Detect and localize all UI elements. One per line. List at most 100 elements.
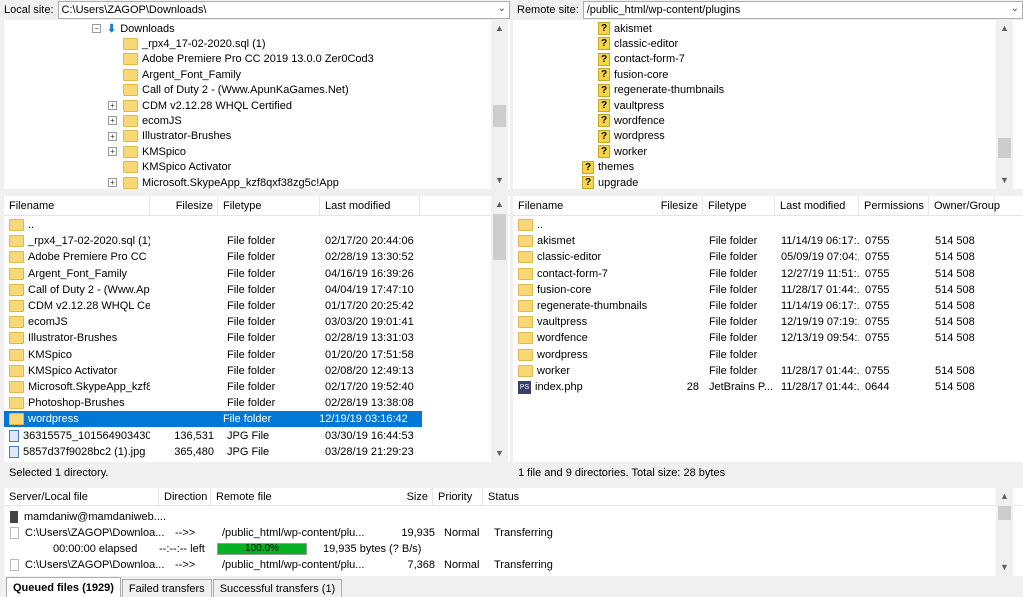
remote-file-list[interactable]: Filename Filesize Filetype Last modified Per…: [513, 196, 1023, 462]
table-row[interactable]: Illustrator-Brushes File folder 02/28/19 1…: [4, 330, 491, 346]
table-row[interactable]: regenerate-thumbnails File folder 11/14/19…: [513, 298, 1023, 314]
remote-site-path-input[interactable]: /public_html/wp-content/plugins ⌄: [582, 1, 1023, 19]
column-remote-file[interactable]: Remote file: [216, 491, 272, 503]
tree-item[interactable]: − ⬇ Downloads: [92, 21, 175, 36]
column-filetype[interactable]: Filetype: [218, 196, 320, 215]
scroll-thumb[interactable]: [493, 214, 506, 260]
tree-item[interactable]: ? regenerate-thumbnails: [598, 83, 724, 98]
tree-item[interactable]: ? upgrade: [582, 175, 638, 189]
local-directory-tree[interactable]: − ⬇ Downloads _rpx4_17-02-2020.sql (1) Adobe…: [4, 20, 510, 189]
table-row[interactable]: 36315575_10156490343052... 136,531 JPG Fil…: [4, 428, 491, 444]
column-owner-group[interactable]: Owner/Group: [929, 196, 1000, 215]
column-filetype[interactable]: Filetype: [703, 196, 775, 215]
tree-item[interactable]: ? wordfence: [598, 113, 665, 128]
tree-item[interactable]: + ecomJS: [106, 113, 182, 128]
tree-item[interactable]: ? vaultpress: [598, 98, 664, 113]
table-row[interactable]: classic-editor File folder 05/09/19 07:04:…: [513, 249, 1023, 265]
column-server-local-file[interactable]: Server/Local file: [4, 488, 159, 505]
column-filesize[interactable]: Filesize: [150, 196, 218, 215]
expand-icon[interactable]: +: [108, 147, 117, 157]
tab-queued-files[interactable]: Queued files (1929): [6, 577, 121, 597]
chevron-down-icon[interactable]: ⌄: [498, 3, 506, 14]
tab-successful-transfers[interactable]: Successful transfers (1): [212, 579, 343, 597]
table-row[interactable]: wordpress File folder 12/19/19 03:16:42: [4, 411, 422, 428]
queue-server-row[interactable]: mamdaniw@mamdaniweb....: [4, 509, 1004, 525]
table-row[interactable]: 5857d37f9028bc2 (1).jpg 365,480 JPG File 03…: [4, 444, 491, 460]
table-row[interactable]: Adobe Premiere Pro CC 2... File folder 02/…: [4, 249, 491, 265]
tree-item[interactable]: ? themes: [582, 160, 634, 175]
column-filesize[interactable]: Filesize: [661, 196, 703, 215]
tree-item[interactable]: + CDM v2.12.28 WHQL Certified: [106, 98, 292, 113]
table-row[interactable]: worker File folder 11/28/17 01:44:... 0755 5…: [513, 363, 1023, 379]
expand-icon[interactable]: +: [108, 116, 117, 126]
tree-item[interactable]: ? contact-form-7: [598, 52, 685, 67]
tree-item[interactable]: ? classic-editor: [598, 36, 678, 51]
tree-item[interactable]: ? akismet: [598, 21, 652, 36]
tree-item[interactable]: + Illustrator-Brushes: [106, 129, 231, 144]
tree-item[interactable]: + KMSpico: [106, 144, 186, 159]
column-status[interactable]: Status: [483, 488, 603, 505]
table-row[interactable]: wordfence File folder 12/13/19 09:54:... 07…: [513, 330, 1023, 346]
column-filename[interactable]: Filename: [4, 196, 150, 215]
tree-item[interactable]: ? worker: [598, 144, 647, 159]
table-row[interactable]: KMSpico File folder 01/20/20 17:51:58: [4, 347, 491, 363]
expand-icon[interactable]: +: [108, 101, 117, 110]
expand-icon[interactable]: +: [108, 178, 117, 187]
table-row[interactable]: Photoshop-Brushes File folder 02/28/19 13:…: [4, 395, 491, 411]
scroll-up-icon[interactable]: ▲: [996, 20, 1013, 37]
table-row[interactable]: ..: [4, 217, 491, 233]
tab-failed-transfers[interactable]: Failed transfers: [121, 579, 212, 597]
table-row[interactable]: ecomJS File folder 03/03/20 19:01:41: [4, 314, 491, 330]
table-row[interactable]: fusion-core File folder 11/28/17 01:44:...…: [513, 282, 1023, 298]
tree-item[interactable]: Adobe Premiere Pro CC 2019 13.0.0 Zer0Co…: [106, 52, 374, 67]
local-list-scrollbar[interactable]: ▲ ▼: [491, 196, 508, 462]
table-row[interactable]: PS index.php 28 JetBrains P... 11/28/17 01:4…: [513, 379, 1023, 395]
tree-item[interactable]: Call of Duty 2 - (Www.ApunKaGames.Net): [106, 83, 349, 98]
table-row[interactable]: KMSpico Activator File folder 02/08/20 12:…: [4, 363, 491, 379]
table-row[interactable]: Argent_Font_Family File folder 04/16/19 16…: [4, 266, 491, 282]
table-row[interactable]: wordpress File folder: [513, 347, 1023, 363]
column-priority[interactable]: Priority: [433, 488, 483, 505]
table-row[interactable]: CDM v2.12.28 WHQL Cert... File folder 01/1…: [4, 298, 491, 314]
tree-item[interactable]: KMSpico Activator: [106, 160, 231, 175]
scroll-down-icon[interactable]: ▼: [491, 445, 508, 462]
queue-row[interactable]: C:\Users\ZAGOP\Downloa... -->> /public_h…: [4, 557, 1004, 573]
local-site-path-input[interactable]: C:\Users\ZAGOP\Downloads\ ⌄: [57, 1, 510, 19]
column-size[interactable]: Size: [407, 491, 428, 503]
remote-tree-scrollbar[interactable]: ▲ ▼: [996, 20, 1013, 189]
table-row[interactable]: Call of Duty 2 - (Www.Ap... File folder 04…: [4, 282, 491, 298]
column-last-modified[interactable]: Last modified: [320, 196, 420, 215]
table-row[interactable]: vaultpress File folder 12/19/19 07:19:... 0…: [513, 314, 1023, 330]
table-row[interactable]: contact-form-7 File folder 12/27/19 11:51:…: [513, 266, 1023, 282]
queue-row[interactable]: C:\Users\ZAGOP\Downloa... -->> /public_h…: [4, 525, 1004, 541]
tree-item[interactable]: ? wordpress: [598, 129, 665, 144]
tree-item[interactable]: _rpx4_17-02-2020.sql (1): [106, 36, 266, 51]
column-direction[interactable]: Direction: [159, 488, 211, 505]
scroll-down-icon[interactable]: ▼: [996, 559, 1013, 576]
scroll-down-icon[interactable]: ▼: [491, 172, 508, 189]
local-file-list[interactable]: Filename Filesize Filetype Last modified…: [4, 196, 510, 462]
scroll-thumb[interactable]: [998, 506, 1011, 520]
collapse-icon[interactable]: −: [92, 24, 101, 33]
table-row[interactable]: Microsoft.SkypeApp_kzf8... File folder 02/…: [4, 379, 491, 395]
queue-scrollbar[interactable]: ▲ ▼: [996, 488, 1013, 576]
remote-directory-tree[interactable]: ? akismet? classic-editor? contact-form-7? f…: [513, 20, 1023, 189]
scroll-down-icon[interactable]: ▼: [996, 172, 1013, 189]
local-tree-scrollbar[interactable]: ▲ ▼: [491, 20, 508, 189]
scroll-up-icon[interactable]: ▲: [491, 196, 508, 213]
column-permissions[interactable]: Permissions: [859, 196, 929, 215]
tree-item[interactable]: Argent_Font_Family: [106, 67, 241, 82]
transfer-queue[interactable]: Server/Local file Direction Remote file S…: [4, 488, 1023, 576]
scroll-up-icon[interactable]: ▲: [491, 20, 508, 37]
scroll-thumb[interactable]: [493, 105, 506, 127]
column-filename[interactable]: Filename: [513, 196, 663, 215]
scroll-up-icon[interactable]: ▲: [996, 488, 1013, 505]
expand-icon[interactable]: +: [108, 131, 117, 141]
column-last-modified[interactable]: Last modified: [775, 196, 859, 215]
tree-item[interactable]: ? fusion-core: [598, 67, 668, 82]
table-row[interactable]: akismet File folder 11/14/19 06:17:... 0755…: [513, 233, 1023, 249]
chevron-down-icon[interactable]: ⌄: [1011, 3, 1019, 14]
table-row[interactable]: ..: [513, 217, 1023, 233]
tree-item[interactable]: + Microsoft.SkypeApp_kzf8qxf38zg5c!App: [106, 175, 339, 189]
scroll-thumb[interactable]: [998, 138, 1011, 158]
